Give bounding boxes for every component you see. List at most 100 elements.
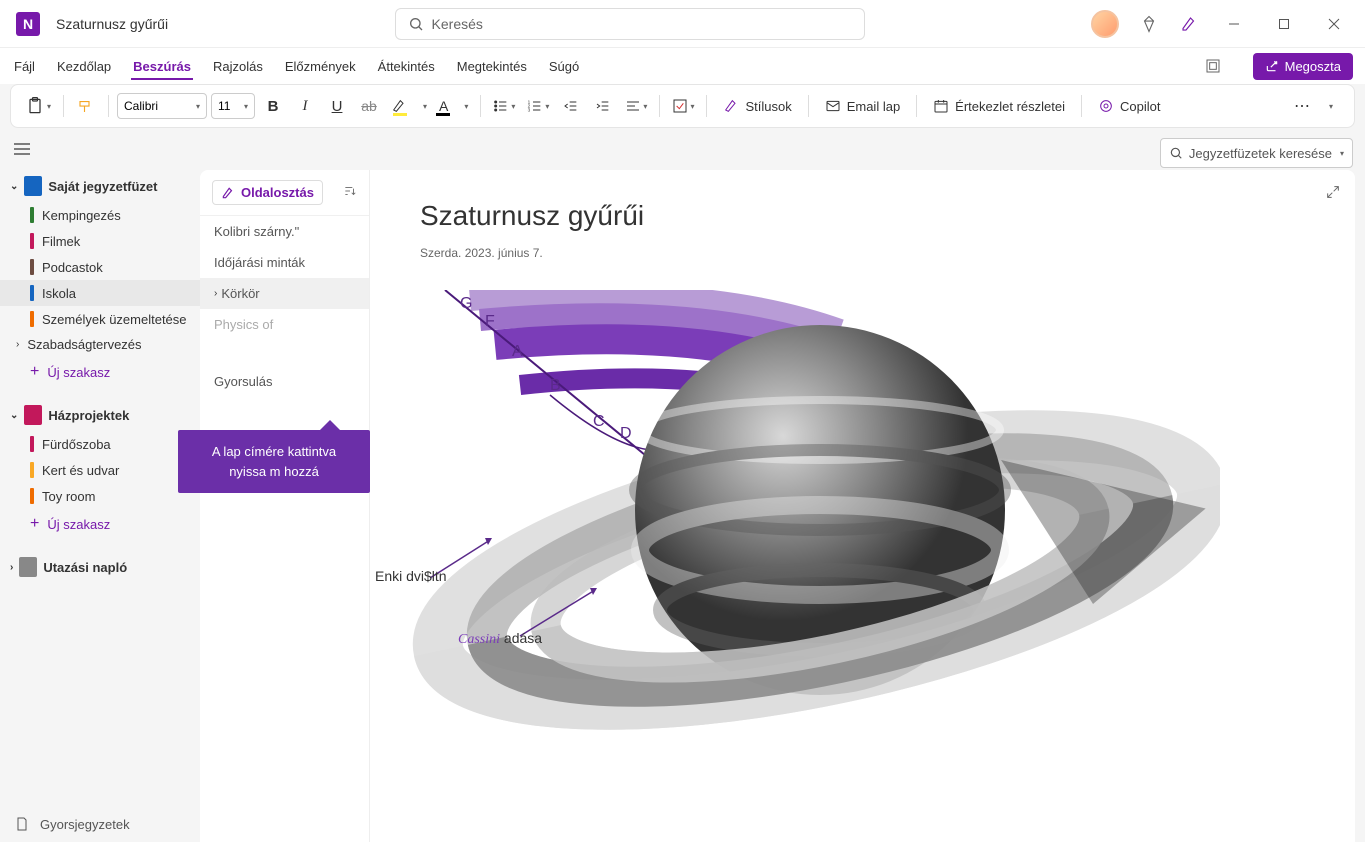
font-color-button[interactable]: A▾ (435, 92, 472, 120)
hamburger-icon[interactable] (14, 142, 30, 161)
menu-help[interactable]: Súgó (547, 53, 581, 80)
svg-text:D: D (620, 425, 632, 442)
menu-insert[interactable]: Beszúrás (131, 53, 193, 80)
email-page-button[interactable]: Email lap (817, 92, 908, 120)
section-item[interactable]: Kempingezés (0, 202, 200, 228)
chevron-right-icon: › (16, 339, 19, 350)
page-title[interactable]: Szaturnusz gyűrűi (420, 200, 1305, 232)
premium-icon[interactable] (1131, 8, 1167, 40)
section-item[interactable]: Toy room (0, 483, 200, 509)
numbering-button[interactable]: 123▾ (523, 92, 553, 120)
todo-tag-button[interactable]: ▾ (668, 92, 698, 120)
more-options-button[interactable]: ⋯ (1288, 92, 1316, 120)
expand-icon[interactable] (1325, 184, 1341, 205)
svg-text:A: A (512, 343, 523, 360)
quick-notes-button[interactable]: Gyorsjegyzetek (14, 816, 130, 832)
increase-indent-button[interactable] (589, 92, 617, 120)
new-section-button[interactable]: +Új szakasz (0, 509, 200, 539)
styles-button[interactable]: Stílusok (715, 92, 799, 120)
svg-text:F: F (485, 313, 495, 330)
pages-panel: Oldalosztás Kolibri szárny." Időjárási m… (200, 170, 370, 842)
section-item[interactable]: Podcastok (0, 254, 200, 280)
page-item[interactable] (200, 340, 369, 366)
meeting-details-button[interactable]: Értekezlet részletei (925, 92, 1073, 120)
format-painter-button[interactable] (72, 92, 100, 120)
note-canvas[interactable]: Szaturnusz gyűrűi Szerda. 2023. június 7… (370, 170, 1355, 842)
window-controls (1091, 8, 1365, 40)
underline-button[interactable]: U (323, 92, 351, 120)
bullets-button[interactable]: ▾ (489, 92, 519, 120)
section-item[interactable]: Fürdőszoba (0, 431, 200, 457)
chevron-right-icon: › (214, 288, 217, 299)
close-button[interactable] (1311, 8, 1357, 40)
strikethrough-button[interactable]: ab (355, 92, 383, 120)
chevron-right-icon: › (10, 562, 13, 573)
window-title: Szaturnusz gyűrűi (56, 16, 168, 32)
edit-icon (221, 186, 235, 200)
section-item[interactable]: Filmek (0, 228, 200, 254)
section-item-selected[interactable]: Iskola (0, 280, 200, 306)
search-placeholder: Keresés (432, 16, 483, 32)
main-area: Jegyzetfüzetek keresése ▾ ⌄ Saját jegyze… (0, 134, 1365, 842)
title-bar: N Szaturnusz gyűrűi Keresés (0, 0, 1365, 48)
highlight-button[interactable]: ▾ (387, 92, 431, 120)
svg-text:3: 3 (528, 107, 531, 112)
bold-button[interactable]: B (259, 92, 287, 120)
search-box[interactable]: Keresés (395, 8, 865, 40)
chevron-down-icon: ⌄ (10, 410, 18, 421)
align-button[interactable]: ▾ (621, 92, 651, 120)
saturn-illustration: G F A B C D (400, 290, 1220, 770)
new-section-button[interactable]: +Új szakasz (0, 357, 200, 387)
user-avatar[interactable] (1091, 10, 1119, 38)
paste-button[interactable]: ▾ (21, 92, 55, 120)
svg-text:B: B (550, 377, 561, 394)
page-item[interactable]: Időjárási minták (200, 247, 369, 278)
notebook-header-2[interactable]: ⌄ Házprojektek (0, 399, 200, 431)
page-item[interactable]: Kolibri szárny." (200, 216, 369, 247)
decrease-indent-button[interactable] (557, 92, 585, 120)
menu-history[interactable]: Előzmények (283, 53, 358, 80)
notebook-icon (24, 176, 42, 196)
menu-home[interactable]: Kezdőlap (55, 53, 113, 80)
page-item[interactable]: Gyorsulás (200, 366, 369, 397)
menu-view[interactable]: Megtekintés (455, 53, 529, 80)
maximize-button[interactable] (1261, 8, 1307, 40)
section-group-item[interactable]: ›Szabadságtervezés (0, 332, 200, 357)
notebook-icon (24, 405, 42, 425)
add-page-button[interactable]: Oldalosztás (212, 180, 323, 205)
section-item[interactable]: Személyek üzemeltetése (0, 306, 200, 332)
plus-icon: + (30, 363, 39, 381)
menu-draw[interactable]: Rajzolás (211, 53, 265, 80)
minimize-button[interactable] (1211, 8, 1257, 40)
ribbon-toolbar: ▾ Calibri▾ 11▾ B I U ab ▾ A▾ ▾ 123▾ ▾ ▾ … (10, 84, 1355, 128)
share-label: Megoszta (1285, 59, 1341, 74)
page-item[interactable]: Physics of (200, 309, 369, 340)
menu-review[interactable]: Áttekintés (376, 53, 437, 80)
notebook-panel: ⌄ Saját jegyzetfüzet Kempingezés Filmek … (0, 134, 200, 842)
font-size-select[interactable]: 11▾ (211, 93, 255, 119)
svg-text:G: G (460, 295, 472, 312)
annotation-enki: Enki dvi$ltn (375, 568, 447, 584)
annotation-cassini: Cassini adása (458, 630, 542, 648)
italic-button[interactable]: I (291, 92, 319, 120)
section-item[interactable]: Kert és udvar (0, 457, 200, 483)
ribbon-toggle-button[interactable]: ▾ (1316, 92, 1344, 120)
tips-icon[interactable] (1171, 8, 1207, 40)
onenote-app-icon: N (16, 12, 40, 36)
fullpage-view-icon[interactable] (1199, 52, 1227, 80)
share-button[interactable]: Megoszta (1253, 53, 1353, 80)
notebook-header-3[interactable]: › Utazási napló (0, 551, 200, 583)
menu-file[interactable]: Fájl (12, 53, 37, 80)
search-icon (408, 16, 424, 32)
notebook-icon (19, 557, 37, 577)
menu-bar: Fájl Kezdőlap Beszúrás Rajzolás Előzmény… (0, 48, 1365, 84)
search-icon (1169, 146, 1183, 160)
page-item-selected[interactable]: ›Körkör (200, 278, 369, 309)
sort-icon[interactable] (343, 184, 357, 201)
callout-tooltip: A lap címére kattintva nyissa m hozzá (178, 430, 370, 493)
notebook-header-1[interactable]: ⌄ Saját jegyzetfüzet (0, 170, 200, 202)
font-family-select[interactable]: Calibri▾ (117, 93, 207, 119)
copilot-button[interactable]: Copilot (1090, 92, 1168, 120)
search-notebooks[interactable]: Jegyzetfüzetek keresése ▾ (1160, 138, 1353, 168)
svg-text:C: C (593, 413, 605, 430)
